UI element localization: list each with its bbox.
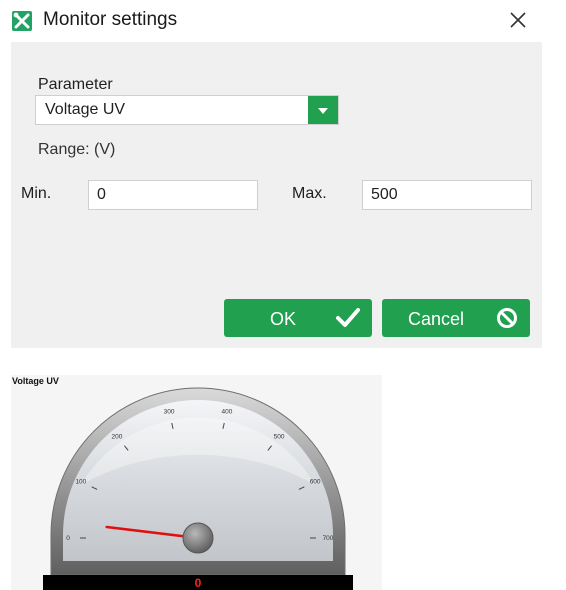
checkmark-icon	[336, 308, 360, 327]
gauge-dial: 0 100 200 300 400 500 600 700	[50, 387, 346, 576]
range-label: Range: (V)	[38, 141, 116, 158]
dialog-titlebar: Monitor settings	[0, 0, 566, 42]
gauge-tick-label: 500	[274, 433, 285, 440]
parameter-label: Parameter	[38, 76, 113, 93]
gauge-tick-label: 200	[112, 433, 123, 440]
parameter-select-value: Voltage UV	[45, 101, 126, 118]
ok-button[interactable]: OK	[224, 299, 372, 337]
ok-button-label: OK	[270, 309, 297, 329]
gauge-tick-label: 100	[75, 479, 86, 486]
dialog-title: Monitor settings	[43, 9, 178, 30]
prohibited-icon	[497, 308, 517, 328]
chevron-down-icon[interactable]	[308, 96, 338, 124]
min-label: Min.	[21, 185, 52, 202]
gauge-hub	[182, 522, 214, 554]
tools-icon	[12, 11, 32, 31]
gauge-tick-label: 600	[310, 479, 321, 486]
cancel-button-label: Cancel	[408, 309, 465, 329]
gauge-value-bar: 0	[43, 575, 353, 590]
gauge-widget: Voltage UV 0100200300400500600700	[11, 375, 382, 590]
gauge-tick-label: 700	[323, 535, 334, 542]
gauge-tick-label: 400	[221, 408, 232, 415]
max-input[interactable]	[362, 180, 532, 210]
max-label: Max.	[292, 185, 327, 202]
min-input[interactable]	[88, 180, 258, 210]
close-icon[interactable]	[503, 4, 533, 36]
gauge-tick-label: 300	[164, 408, 175, 415]
parameter-select[interactable]: Voltage UV	[35, 95, 339, 125]
cancel-button[interactable]: Cancel	[382, 299, 530, 337]
gauge-tick-label: 0	[66, 535, 70, 542]
gauge-value: 0	[194, 576, 202, 590]
